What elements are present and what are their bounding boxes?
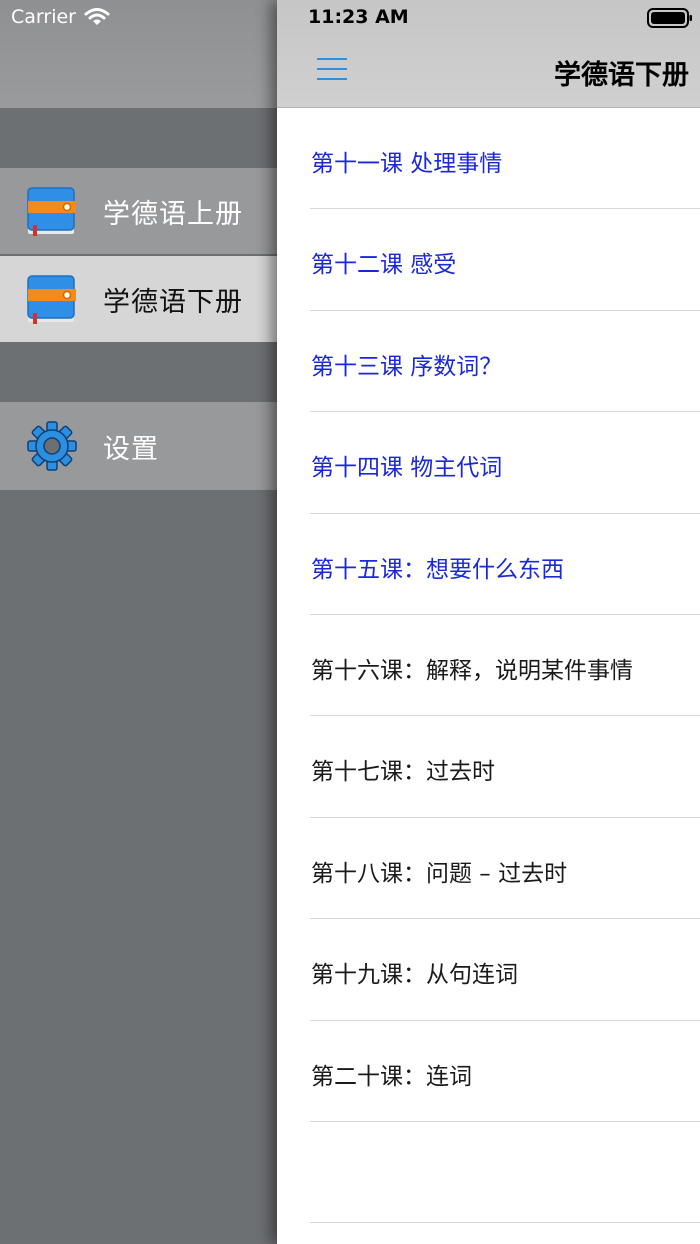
list-item[interactable]: 第十五课：想要什么东西	[277, 514, 700, 616]
carrier-label: Carrier	[11, 6, 76, 28]
menu-item-book-upper[interactable]: 学德语上册	[0, 168, 277, 254]
list-item[interactable]: 第十六课：解释，说明某件事情	[277, 615, 700, 717]
lesson-title: 第十一课 处理事情	[311, 151, 503, 177]
side-status-bar: Carrier	[0, 0, 277, 108]
status-time: 11:23 AM	[308, 6, 409, 28]
lesson-title: 第十八课：问题 – 过去时	[311, 860, 568, 887]
side-menu: Carrier 学德语上册 学德语下册 设置	[0, 0, 277, 1244]
list-item[interactable]: 第十四课 物主代词	[277, 412, 700, 514]
menu-item-settings[interactable]: 设置	[0, 402, 277, 490]
lesson-title: 第十七课：过去时	[311, 759, 495, 786]
list-item[interactable]: 第十一课 处理事情	[277, 108, 700, 210]
navigation-bar: 11:23 AM 学德语下册	[277, 0, 700, 108]
list-item[interactable]: 第十九课：从句连词	[277, 919, 700, 1021]
lesson-title: 第十四课 物主代词	[311, 455, 503, 482]
page-title: 学德语下册	[554, 60, 689, 91]
main-panel: 11:23 AM 学德语下册 第十一课 处理事情 第十二课 感受 第十三课 序数…	[277, 0, 700, 1244]
lesson-title: 第十六课：解释，说明某件事情	[311, 657, 633, 684]
lesson-title: 第二十课：连词	[311, 1063, 472, 1090]
menu-item-label: 设置	[103, 433, 159, 465]
hamburger-icon[interactable]	[317, 56, 347, 82]
battery-icon	[647, 8, 692, 28]
list-item[interactable]: 第二十课：连词	[277, 1021, 700, 1123]
book-icon	[27, 187, 76, 236]
list-item[interactable]: 第十三课 序数词？	[277, 311, 700, 413]
lesson-title: 第十三课 序数词？	[311, 353, 503, 380]
book-icon	[27, 275, 76, 324]
list-item[interactable]: 第十八课：问题 – 过去时	[277, 818, 700, 920]
lesson-title: 第十五课：想要什么东西	[311, 556, 564, 583]
menu-item-label: 学德语上册	[103, 198, 243, 230]
menu-item-label: 学德语下册	[103, 286, 243, 318]
list-item[interactable]	[277, 1122, 700, 1224]
wifi-icon	[84, 8, 110, 25]
gear-icon	[27, 421, 77, 471]
menu-item-book-lower[interactable]: 学德语下册	[0, 256, 277, 342]
lesson-title: 第十二课 感受	[311, 252, 457, 279]
list-item[interactable]: 第十二课 感受	[277, 209, 700, 312]
lesson-list: 第十一课 处理事情 第十二课 感受 第十三课 序数词？ 第十四课 物主代词 第十…	[277, 108, 700, 1224]
list-item[interactable]: 第十七课：过去时	[277, 716, 700, 819]
lesson-title: 第十九课：从句连词	[311, 962, 518, 989]
